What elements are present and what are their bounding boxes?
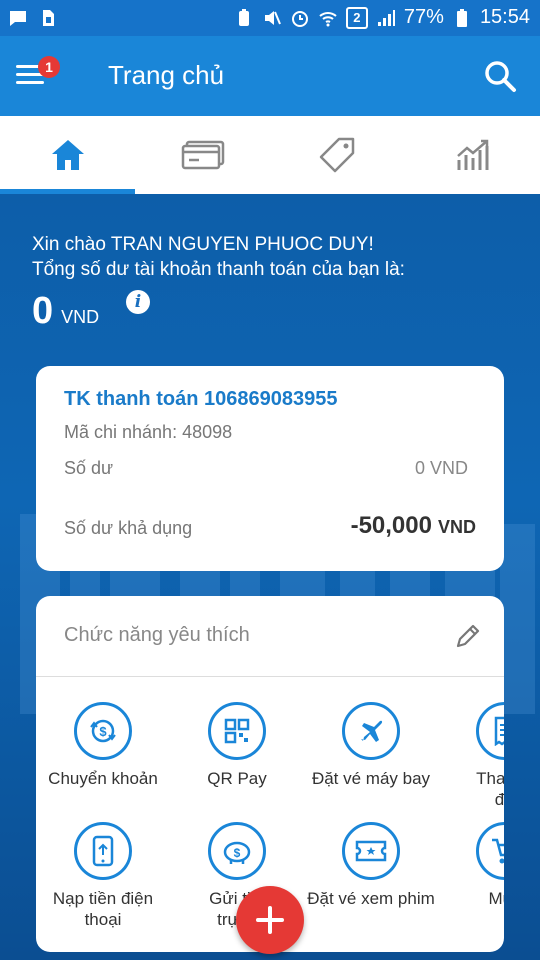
svg-text:$: $	[234, 846, 241, 860]
card-icon	[181, 140, 224, 170]
fav-label: Nạp tiền điện thoại	[52, 889, 154, 929]
search-icon[interactable]	[482, 58, 518, 94]
tag-icon	[319, 137, 354, 173]
piggy-icon: $	[208, 822, 266, 880]
cart-icon	[476, 822, 504, 880]
available-balance: -50,000 VND	[351, 512, 476, 540]
tab-cards[interactable]	[135, 116, 270, 194]
tab-offers[interactable]	[270, 116, 405, 194]
favorites-title: Chức năng yêu thích	[64, 624, 250, 646]
balance-subtitle: Tổng số dư tài khoản thanh toán của bạn …	[32, 259, 405, 280]
tab-home[interactable]	[0, 116, 135, 194]
home-icon	[51, 140, 84, 170]
fav-label: Đặt vé máy bay	[311, 769, 431, 788]
branch-code: Mã chi nhánh: 48098	[64, 422, 233, 442]
tab-invest[interactable]	[405, 116, 540, 194]
wifi-icon	[319, 11, 337, 26]
total-balance-value: 0	[32, 290, 54, 332]
tab-bar	[0, 116, 540, 194]
notification-badge: 1	[38, 56, 60, 78]
fav-label: Đặt vé xem phim	[307, 889, 435, 908]
available-label: Số dư khả dụng	[64, 518, 193, 538]
app-bar: 1 Trang chủ	[0, 36, 540, 116]
phone-topup-icon	[74, 822, 132, 880]
balance-label: Số dư	[64, 458, 114, 478]
svg-text:$: $	[99, 724, 107, 739]
account-card[interactable]: TK thanh toán 106869083955 Mã chi nhánh:…	[36, 366, 504, 571]
message-icon	[10, 11, 26, 26]
total-balance-currency: VND	[61, 307, 100, 327]
fav-label: QR Pay	[207, 769, 267, 788]
balance-value: 0 VND	[414, 458, 468, 478]
battery-percent: 77%	[403, 6, 444, 28]
page-title: Trang chủ	[108, 60, 225, 90]
greeting-text: Xin chào TRAN NGUYEN PHUOC DUY!	[32, 234, 374, 255]
fav-label: Chuyển khoản	[48, 769, 158, 788]
fav-flight[interactable]: Đặt vé máy bay	[304, 702, 438, 789]
qr-icon	[208, 702, 266, 760]
signal-icon	[377, 9, 395, 26]
mute-icon	[264, 10, 281, 25]
clock: 15:54	[479, 6, 530, 28]
status-bar: 2 77% 15:54	[0, 0, 540, 36]
battery-icon	[456, 8, 467, 27]
fav-label: Thanh tđơ	[476, 769, 504, 809]
fav-shopping[interactable]: Mua	[438, 822, 504, 909]
available-currency: VND	[437, 517, 476, 537]
fav-transfer[interactable]: $ Chuyển khoản	[36, 702, 170, 789]
battery-saver-icon	[238, 8, 249, 26]
available-value: -50,000	[350, 512, 432, 539]
edit-pencil-icon[interactable]	[454, 622, 482, 650]
hero-section: Xin chào TRAN NGUYEN PHUOC DUY! Tổng số …	[0, 194, 540, 960]
plane-icon	[342, 702, 400, 760]
fav-qr-pay[interactable]: QR Pay	[170, 702, 304, 789]
account-title: TK thanh toán 106869083955	[64, 388, 338, 410]
fav-bill-payment[interactable]: Thanh tđơ	[438, 702, 504, 810]
alarm-icon	[291, 10, 308, 27]
favorites-header: Chức năng yêu thích	[36, 596, 504, 677]
fav-phone-topup[interactable]: Nạp tiền điện thoại	[36, 822, 170, 930]
ticket-icon	[342, 822, 400, 880]
info-icon[interactable]: i	[126, 290, 150, 314]
fav-label: Mua	[488, 889, 504, 908]
sim-badge: 2	[345, 6, 368, 29]
fav-movie-ticket[interactable]: Đặt vé xem phim	[304, 822, 438, 909]
bill-icon	[476, 702, 504, 760]
chart-icon	[456, 139, 488, 170]
sim-icon	[43, 10, 54, 26]
total-balance: 0 VND	[32, 290, 99, 333]
transfer-icon: $	[74, 702, 132, 760]
plus-icon	[256, 906, 284, 934]
add-fab-button[interactable]	[236, 886, 304, 954]
greeting-block: Xin chào TRAN NGUYEN PHUOC DUY! Tổng số …	[32, 232, 405, 282]
